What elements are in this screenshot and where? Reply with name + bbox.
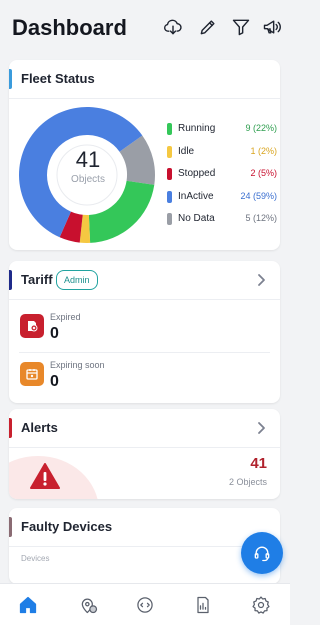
legend-swatch xyxy=(167,168,172,180)
faulty-devices-card[interactable]: Faulty Devices Devices xyxy=(9,508,280,584)
chevron-right-icon[interactable] xyxy=(254,421,268,435)
bottom-navigation xyxy=(0,583,290,625)
donut-center: 41 Objects xyxy=(56,147,120,186)
legend-item-stopped[interactable]: Stopped 2 (5%) xyxy=(167,167,277,190)
total-objects-count: 41 xyxy=(75,147,101,172)
pencil-icon[interactable] xyxy=(197,16,219,38)
legend-label: InActive xyxy=(178,190,214,202)
legend-label: No Data xyxy=(178,213,215,224)
legend-item-no-data[interactable]: No Data 5 (12%) xyxy=(167,212,277,235)
expiring-soon-label: Expiring soon xyxy=(50,360,105,370)
chevron-right-icon[interactable] xyxy=(254,273,268,287)
legend-value: 24 (59%) xyxy=(240,190,277,201)
tariff-expired-row[interactable]: Expired 0 xyxy=(9,303,280,349)
settings-icon xyxy=(252,596,270,614)
alerts-card[interactable]: Alerts 41 2 Objects xyxy=(9,409,280,499)
legend-item-inactive[interactable]: InActive 24 (59%) xyxy=(167,190,277,213)
alerts-objects: 2 Objects xyxy=(228,477,267,487)
tariff-card[interactable]: Tariff Admin Expired 0 Expiring soon 0 xyxy=(9,261,280,403)
fleet-status-card[interactable]: Fleet Status 41 Objects Running 9 (22%) … xyxy=(9,60,280,250)
legend-swatch xyxy=(167,145,172,158)
nav-map[interactable] xyxy=(78,594,100,616)
legend-value: 1 (2%) xyxy=(250,145,277,156)
divider xyxy=(9,447,280,448)
legend-value: 2 (5%) xyxy=(250,168,277,178)
legend-value: 9 (22%) xyxy=(245,123,277,133)
megaphone-icon[interactable] xyxy=(261,16,283,38)
legend-swatch xyxy=(167,123,172,135)
nav-home[interactable] xyxy=(17,594,39,616)
legend-label: Running xyxy=(178,123,216,134)
legend-swatch xyxy=(167,213,172,225)
legend-label: Stopped xyxy=(178,168,216,179)
headset-icon xyxy=(254,546,270,562)
app-header: Dashboard xyxy=(0,0,290,56)
nav-chat[interactable] xyxy=(134,594,156,616)
fleet-status-title: Fleet Status xyxy=(21,71,95,86)
expired-value: 0 xyxy=(50,325,59,342)
warning-icon xyxy=(30,463,60,489)
tariff-header[interactable]: Tariff Admin xyxy=(9,261,280,299)
admin-badge: Admin xyxy=(56,270,98,290)
map-icon xyxy=(81,598,98,614)
fleet-status-legend: Running 9 (22%) Idle 1 (2%) Stopped 2 (5… xyxy=(167,122,277,235)
card-accent-bar xyxy=(9,270,12,290)
divider xyxy=(9,299,280,300)
reports-icon xyxy=(197,596,209,614)
total-objects-label: Objects xyxy=(71,174,105,185)
tariff-title: Tariff xyxy=(21,272,53,287)
expired-icon xyxy=(20,314,44,338)
legend-value: 5 (12%) xyxy=(245,213,277,223)
legend-swatch xyxy=(167,190,172,203)
nav-settings[interactable] xyxy=(250,594,272,616)
legend-item-running[interactable]: Running 9 (22%) xyxy=(167,122,277,145)
legend-label: Idle xyxy=(178,145,195,157)
faulty-devices-header: Faulty Devices xyxy=(9,508,280,546)
expired-label: Expired xyxy=(50,312,81,322)
faulty-devices-title: Faulty Devices xyxy=(21,519,113,534)
alerts-header[interactable]: Alerts xyxy=(9,409,280,447)
support-fab-button[interactable] xyxy=(241,532,283,574)
expiring-soon-value: 0 xyxy=(50,373,59,390)
fleet-status-header: Fleet Status xyxy=(9,60,280,98)
filter-icon[interactable] xyxy=(230,16,252,38)
divider xyxy=(9,546,280,547)
card-accent-bar xyxy=(9,69,12,89)
alerts-count: 41 xyxy=(250,455,267,472)
calendar-icon xyxy=(20,362,44,386)
alerts-title: Alerts xyxy=(21,420,58,435)
faulty-devices-label: Devices xyxy=(21,554,50,563)
tariff-expiring-soon-row[interactable]: Expiring soon 0 xyxy=(9,351,280,397)
card-accent-bar xyxy=(9,517,12,537)
card-accent-bar xyxy=(9,418,12,438)
page-title: Dashboard xyxy=(12,15,127,40)
divider xyxy=(9,98,280,99)
cloud-download-icon[interactable] xyxy=(162,16,184,38)
nav-reports[interactable] xyxy=(192,594,214,616)
legend-item-idle[interactable]: Idle 1 (2%) xyxy=(167,145,277,168)
home-icon xyxy=(19,596,37,614)
chat-icon xyxy=(137,597,153,613)
